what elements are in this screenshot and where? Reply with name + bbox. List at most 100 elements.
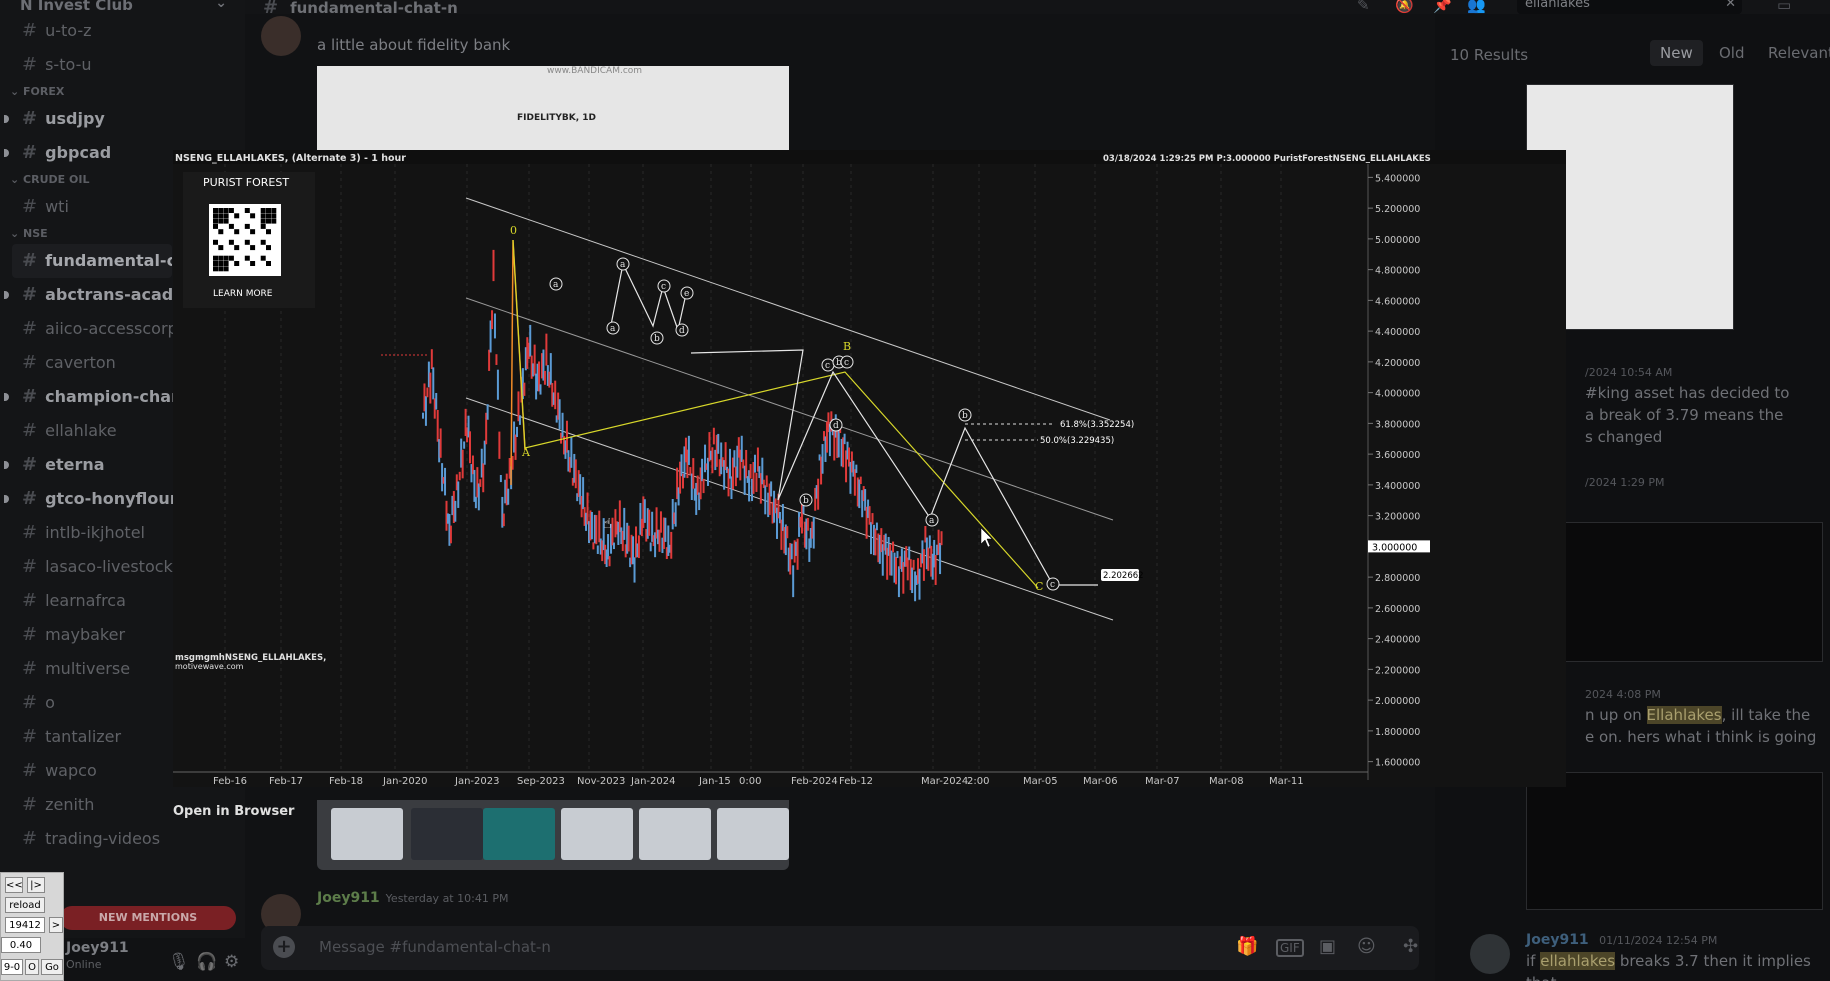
y-tick-label: 3.200000 — [1375, 512, 1420, 523]
next-button[interactable]: |> — [27, 877, 45, 893]
sticker-icon[interactable]: ▣ — [1319, 936, 1336, 957]
gift-icon[interactable]: 🎁 — [1236, 936, 1258, 957]
qr-module — [228, 239, 234, 245]
apps-icon[interactable]: ✣ — [1403, 936, 1418, 957]
qr-module — [234, 213, 240, 219]
channel-label: intlb-ikjhotel — [45, 523, 145, 542]
search-input[interactable]: ellahlakes ✕ — [1517, 0, 1742, 14]
avatar[interactable] — [1470, 934, 1510, 974]
channel-category[interactable]: ⌄ FOREX — [0, 82, 245, 102]
microphone-icon[interactable]: 🎙 — [168, 952, 190, 972]
server-name: N Invest Club — [20, 0, 133, 14]
target-price-label: 2.202662 — [1103, 571, 1144, 581]
image-lightbox[interactable]: Feb-16 Feb-17 Feb-18 Jan-2020 Jan-2023 Sep-20… — [173, 150, 1566, 787]
result-line: n up on Ellahlakes, ill take the — [1585, 704, 1816, 726]
result-text[interactable]: if ellahlakes breaks 3.7 then it implies… — [1526, 950, 1830, 981]
result-timestamp: /2024 1:29 PM — [1585, 476, 1665, 489]
y-tick-label: 4.200000 — [1375, 358, 1420, 369]
member-list-icon[interactable]: 👥 — [1467, 0, 1486, 14]
wave-label: e — [684, 289, 689, 299]
result-author[interactable]: Joey911 — [1526, 932, 1589, 948]
y-tick-label: 4.800000 — [1375, 266, 1420, 277]
category-label: CRUDE OIL — [23, 173, 90, 186]
x-tick-label: Feb-17 — [269, 776, 303, 787]
hash-icon: # — [22, 488, 38, 509]
hand-cursor-icon: ☝ — [603, 516, 612, 532]
result-text[interactable]: n up on Ellahlakes, ill take the e on. h… — [1585, 704, 1816, 748]
gif-icon[interactable]: GIF — [1276, 939, 1304, 957]
hash-icon: # — [22, 318, 38, 339]
wave-label: b — [654, 334, 660, 344]
notification-bell-icon[interactable]: 🔕 — [1395, 0, 1414, 14]
qr-module — [218, 255, 224, 261]
result-image[interactable] — [1526, 772, 1823, 910]
qr-module — [260, 218, 266, 224]
x-tick-label: Mar-08 — [1209, 776, 1244, 787]
channel-label: tantalizer — [45, 727, 122, 746]
inbox-icon[interactable]: ▭ — [1777, 0, 1791, 14]
search-highlight: Ellahlakes — [1646, 706, 1722, 724]
frame-input[interactable]: 19412 — [5, 917, 45, 933]
clear-search-icon[interactable]: ✕ — [1725, 0, 1736, 12]
message-author[interactable]: Joey911 — [317, 890, 380, 906]
user-name[interactable]: Joey911 — [66, 940, 129, 956]
avatar[interactable] — [261, 16, 301, 56]
y-tick-label: 3.800000 — [1375, 419, 1420, 430]
sidebar-item-trading-videos[interactable]: # trading-videos — [0, 822, 245, 856]
sidebar-item-s-to-u[interactable]: # s-to-u — [0, 48, 245, 82]
tab-relevant[interactable]: Relevant — [1768, 44, 1830, 62]
reload-button[interactable]: reload — [5, 897, 45, 913]
step-button[interactable]: > — [49, 917, 63, 933]
result-line-part: , ill take the — [1721, 706, 1811, 724]
qr-module — [260, 223, 266, 229]
headphones-icon[interactable]: 🎧 — [196, 952, 217, 972]
tab-old[interactable]: Old — [1719, 44, 1745, 62]
sidebar-item-usdjpy[interactable]: # usdjpy — [0, 102, 245, 136]
add-attachment-icon[interactable]: + — [273, 936, 295, 958]
chart-background — [173, 150, 1566, 787]
new-mentions-button[interactable]: NEW MENTIONS — [60, 906, 236, 930]
result-text[interactable]: #king asset has decided to a break of 3.… — [1585, 382, 1789, 448]
message-attachment-strip[interactable] — [317, 800, 789, 870]
hash-icon: # — [22, 794, 38, 815]
fib-500-label: 50.0%(3.229435) — [1040, 436, 1114, 446]
channel-topbar: # fundamental-chat-n ✎ 🔕 📌 👥 ellahlakes ✕… — [245, 0, 1830, 18]
wave-label: c — [1050, 580, 1055, 590]
emoji-icon[interactable]: ☺ — [1357, 936, 1376, 957]
result-image[interactable] — [1526, 522, 1823, 662]
speed-select[interactable]: 0.40 — [1, 937, 41, 953]
chart-footer-site: motivewave.com — [175, 662, 244, 671]
sidebar-item-fundamental-chat[interactable]: # fundamental-chat — [12, 244, 172, 278]
prev-button[interactable]: << — [5, 877, 23, 893]
pin-icon[interactable]: 📌 — [1433, 0, 1452, 14]
wave-label: C — [1035, 580, 1043, 593]
message-composer[interactable]: + Message #fundamental-chat-n 🎁 GIF ▣ ☺ … — [261, 926, 1419, 970]
o-button[interactable]: O — [25, 959, 39, 975]
go-button[interactable]: Go — [41, 959, 63, 975]
tab-new[interactable]: New — [1650, 40, 1703, 66]
qr-module — [234, 245, 240, 251]
open-in-browser-link[interactable]: Open in Browser — [173, 804, 294, 819]
x-tick-label: Mar-2024 — [921, 776, 968, 787]
range-input[interactable]: 9-0 — [1, 959, 23, 975]
qr-module — [234, 261, 240, 266]
qr-module — [266, 213, 271, 219]
hash-icon: # — [22, 20, 38, 41]
results-count: 10 Results — [1450, 46, 1529, 64]
unread-indicator — [4, 495, 9, 503]
qr-module — [223, 261, 229, 266]
x-tick-label: Mar-07 — [1145, 776, 1180, 787]
x-tick-label: Nov-2023 — [577, 776, 625, 787]
threads-icon[interactable]: ✎ — [1357, 0, 1370, 14]
sidebar-item-u-to-z[interactable]: # u-to-z — [0, 14, 245, 48]
hash-icon: # — [22, 54, 38, 75]
qr-module — [228, 255, 234, 261]
qr-module — [213, 255, 218, 261]
x-tick-label: Feb-16 — [213, 776, 247, 787]
hash-icon: # — [22, 250, 38, 271]
result-line-part: n up on — [1585, 706, 1647, 724]
x-tick-label: Jan-15 — [698, 776, 731, 787]
wave-label: a — [620, 260, 626, 270]
server-header[interactable]: N Invest Club ⌄ — [0, 0, 245, 14]
gear-icon[interactable]: ⚙ — [224, 952, 239, 972]
